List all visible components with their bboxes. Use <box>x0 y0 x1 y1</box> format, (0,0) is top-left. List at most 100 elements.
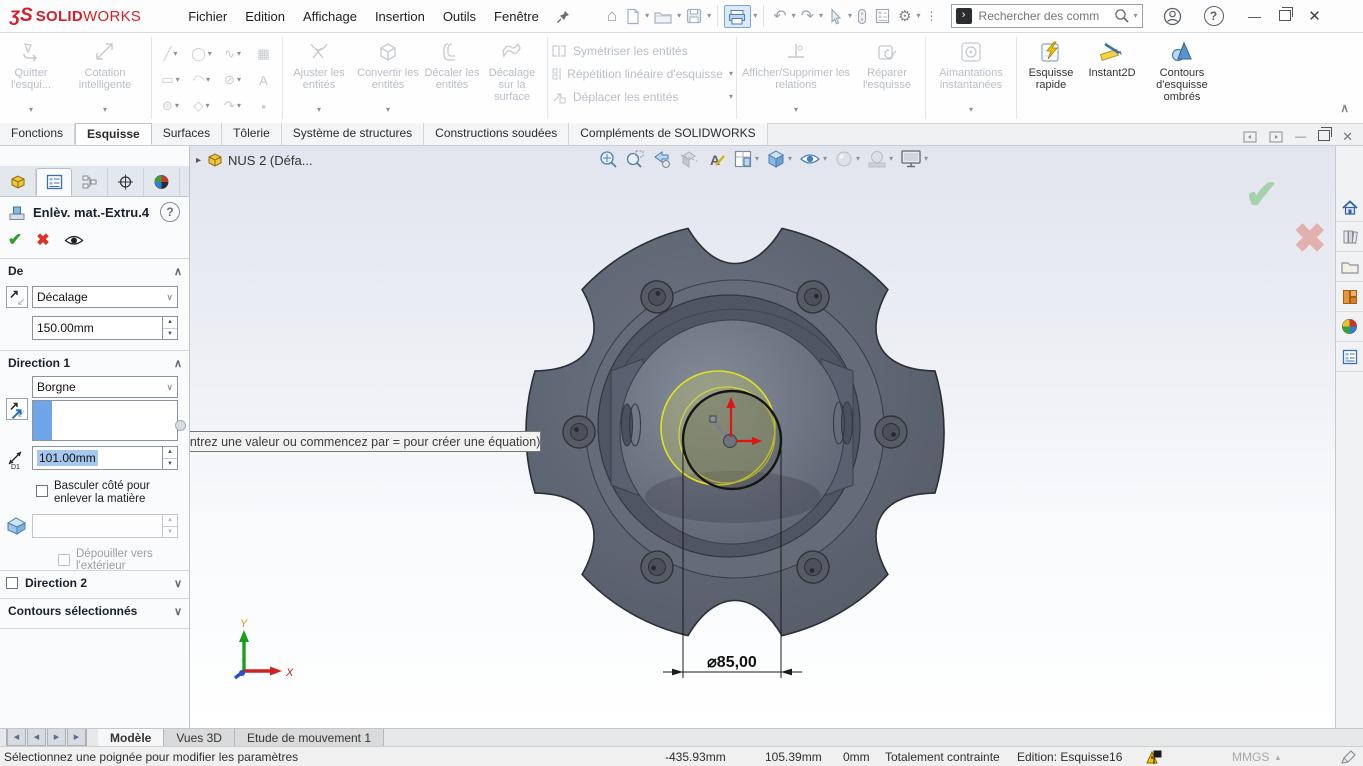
menu-fichier[interactable]: Fichier <box>179 9 236 24</box>
menu-affichage[interactable]: Affichage <box>294 9 366 24</box>
redo-caret-icon[interactable]: ▾ <box>819 12 823 20</box>
file-explorer-icon[interactable] <box>1336 252 1363 282</box>
open-icon[interactable] <box>651 7 675 26</box>
print-caret-icon[interactable]: ▾ <box>753 12 757 20</box>
hide-show-items-icon[interactable]: ▾ <box>799 149 827 169</box>
offset-entities-button[interactable]: Décaler les entités <box>424 33 480 118</box>
slot-tool-icon[interactable]: ⊜▾ <box>155 93 186 119</box>
point-tool-icon[interactable]: ▪ <box>248 93 279 119</box>
configurationmanager-tab[interactable] <box>72 168 108 196</box>
direction1-collapse-icon[interactable]: ∧ <box>174 357 182 370</box>
view-settings-icon[interactable]: ▾ <box>900 149 928 169</box>
undo-caret-icon[interactable]: ▾ <box>792 12 796 20</box>
repair-sketch-button[interactable]: Réparer l'esquisse <box>852 33 922 118</box>
smart-dimension-caret-icon[interactable]: ▾ <box>103 106 107 114</box>
display-style-icon[interactable]: ▾ <box>766 149 792 169</box>
pm-cancel-icon[interactable]: ✖ <box>36 230 49 250</box>
doc-minimize-icon[interactable]: — <box>1295 131 1306 143</box>
relations-caret-icon[interactable]: ▾ <box>794 106 798 114</box>
tab-constructions-soudees[interactable]: Constructions soudées <box>424 123 569 145</box>
selected-contours-expand-icon[interactable]: ∨ <box>174 605 182 618</box>
motion-study-tab[interactable]: Etude de mouvement 1 <box>235 729 384 746</box>
undo-icon[interactable]: ↶ <box>770 4 789 28</box>
new-document-caret-icon[interactable]: ▾ <box>645 12 649 20</box>
edit-appearance-icon[interactable]: ▾ <box>834 149 860 169</box>
tab-last-icon[interactable]: ▶ <box>67 729 87 746</box>
depth-spin-up-icon[interactable]: ▲ <box>163 447 177 459</box>
polygon-tool-icon[interactable]: ◇▾ <box>186 93 217 119</box>
convert-entities-button[interactable]: Convertir les entités ▾ <box>352 33 424 118</box>
section-view-icon[interactable] <box>679 149 699 169</box>
tree-expand-icon[interactable]: ▸ <box>196 155 201 166</box>
options-gear-icon[interactable]: ⚙ <box>895 5 914 27</box>
design-library-icon[interactable] <box>1336 222 1363 252</box>
quit-sketch-button[interactable]: Quitter l'esqui... ▾ <box>0 33 62 118</box>
view-palette-icon[interactable] <box>1336 282 1363 312</box>
new-document-icon[interactable] <box>622 6 643 27</box>
tab-next-icon[interactable]: ▶ <box>47 729 66 746</box>
spline-tool-icon[interactable]: ∿▾ <box>217 41 248 67</box>
pm-preview-eye-icon[interactable] <box>64 234 84 247</box>
pm-ok-icon[interactable]: ✔ <box>8 230 22 250</box>
properties-pane-icon[interactable] <box>872 6 893 26</box>
move-entities-caret-icon[interactable]: ▾ <box>729 93 733 101</box>
arc-tool-icon[interactable]: ◠▾ <box>186 67 217 93</box>
instant2d-button[interactable]: Instant2D <box>1082 33 1142 118</box>
panel-splitter-handle[interactable] <box>175 420 186 431</box>
quit-sketch-caret-icon[interactable]: ▾ <box>29 106 33 114</box>
zoom-to-fit-icon[interactable] <box>598 149 618 169</box>
apply-scene-icon[interactable]: ▾ <box>867 149 893 169</box>
save-caret-icon[interactable]: ▾ <box>707 12 711 20</box>
rapid-sketch-button[interactable]: Esquisse rapide <box>1020 33 1082 118</box>
from-offset-spin-up-icon[interactable]: ▲ <box>163 317 177 329</box>
flyout-feature-tree[interactable]: ▸ NUS 2 (Défa... <box>196 152 313 168</box>
appearances-icon[interactable] <box>1336 312 1363 342</box>
hide-show-annotations-icon[interactable]: A <box>706 149 726 169</box>
model-3d-view[interactable]: ⌀85,00 <box>515 225 955 705</box>
depth-spin-down-icon[interactable]: ▼ <box>163 459 177 470</box>
convert-caret-icon[interactable]: ▾ <box>386 106 390 114</box>
end-condition-dropdown[interactable]: Borgne ∨ <box>32 376 178 398</box>
rebuild-flag-icon[interactable] <box>1145 749 1163 765</box>
views-3d-tab[interactable]: Vues 3D <box>164 729 235 746</box>
search-input[interactable] <box>977 8 1114 24</box>
direction-selection-box[interactable] <box>32 400 178 441</box>
units-caret-icon[interactable]: ▲ <box>1274 754 1282 762</box>
custom-properties-icon[interactable] <box>1336 342 1363 372</box>
menu-outils[interactable]: Outils <box>434 9 485 24</box>
select-caret-icon[interactable]: ▾ <box>848 12 852 20</box>
linear-pattern-caret-icon[interactable]: ▾ <box>729 70 733 78</box>
from-section-header[interactable]: De ∧ <box>8 264 182 278</box>
flip-side-checkbox[interactable] <box>36 485 48 497</box>
pane-split-left-icon[interactable] <box>1243 131 1257 143</box>
tab-prev-icon[interactable]: ◀ <box>27 729 46 746</box>
fillet-tool-icon[interactable]: ↷▾ <box>217 93 248 119</box>
direction2-expand-icon[interactable]: ∨ <box>174 577 182 590</box>
snaps-caret-icon[interactable]: ▾ <box>969 106 973 114</box>
tab-systeme-structures[interactable]: Système de structures <box>282 123 424 145</box>
from-offset-spinner[interactable]: 150.00mm ▲▼ <box>32 316 178 340</box>
shaded-sketch-contours-button[interactable]: Contours d'esquisse ombrés <box>1142 33 1222 118</box>
tab-surfaces[interactable]: Surfaces <box>152 123 222 145</box>
pane-split-right-icon[interactable] <box>1269 131 1283 143</box>
selected-contours-header[interactable]: Contours sélectionnés ∨ <box>8 604 182 618</box>
view-orientation-icon[interactable]: ▾ <box>733 149 759 169</box>
save-icon[interactable] <box>683 6 705 26</box>
propertymanager-tab[interactable] <box>36 168 72 196</box>
instant-snaps-button[interactable]: Aimantations instantanées ▾ <box>929 33 1013 118</box>
from-collapse-icon[interactable]: ∧ <box>174 265 182 278</box>
displaymanager-tab[interactable] <box>144 168 180 196</box>
text-tool-icon[interactable]: A <box>248 67 279 93</box>
rectangle-tool-icon[interactable]: ▭▾ <box>155 67 186 93</box>
direction2-section-header[interactable]: Direction 2 ∨ <box>6 576 182 590</box>
previous-view-icon[interactable] <box>652 149 672 169</box>
linear-pattern-item[interactable]: Répétition linéaire d'esquisse ▾ <box>551 65 733 83</box>
circle-tool-icon[interactable]: ◯▾ <box>186 41 217 67</box>
toolbar-overflow-icon[interactable]: ⋮ <box>923 7 941 25</box>
surface-region-tool-icon[interactable]: ▦ <box>248 41 279 67</box>
search-caret-icon[interactable]: ▾ <box>1134 12 1138 20</box>
doc-restore-icon[interactable] <box>1318 130 1330 144</box>
trim-entities-button[interactable]: Ajuster les entités ▾ <box>286 33 352 118</box>
depth-spinner[interactable]: 101.00mm ▲▼ <box>32 446 178 470</box>
featuremanager-tab[interactable] <box>0 168 36 196</box>
